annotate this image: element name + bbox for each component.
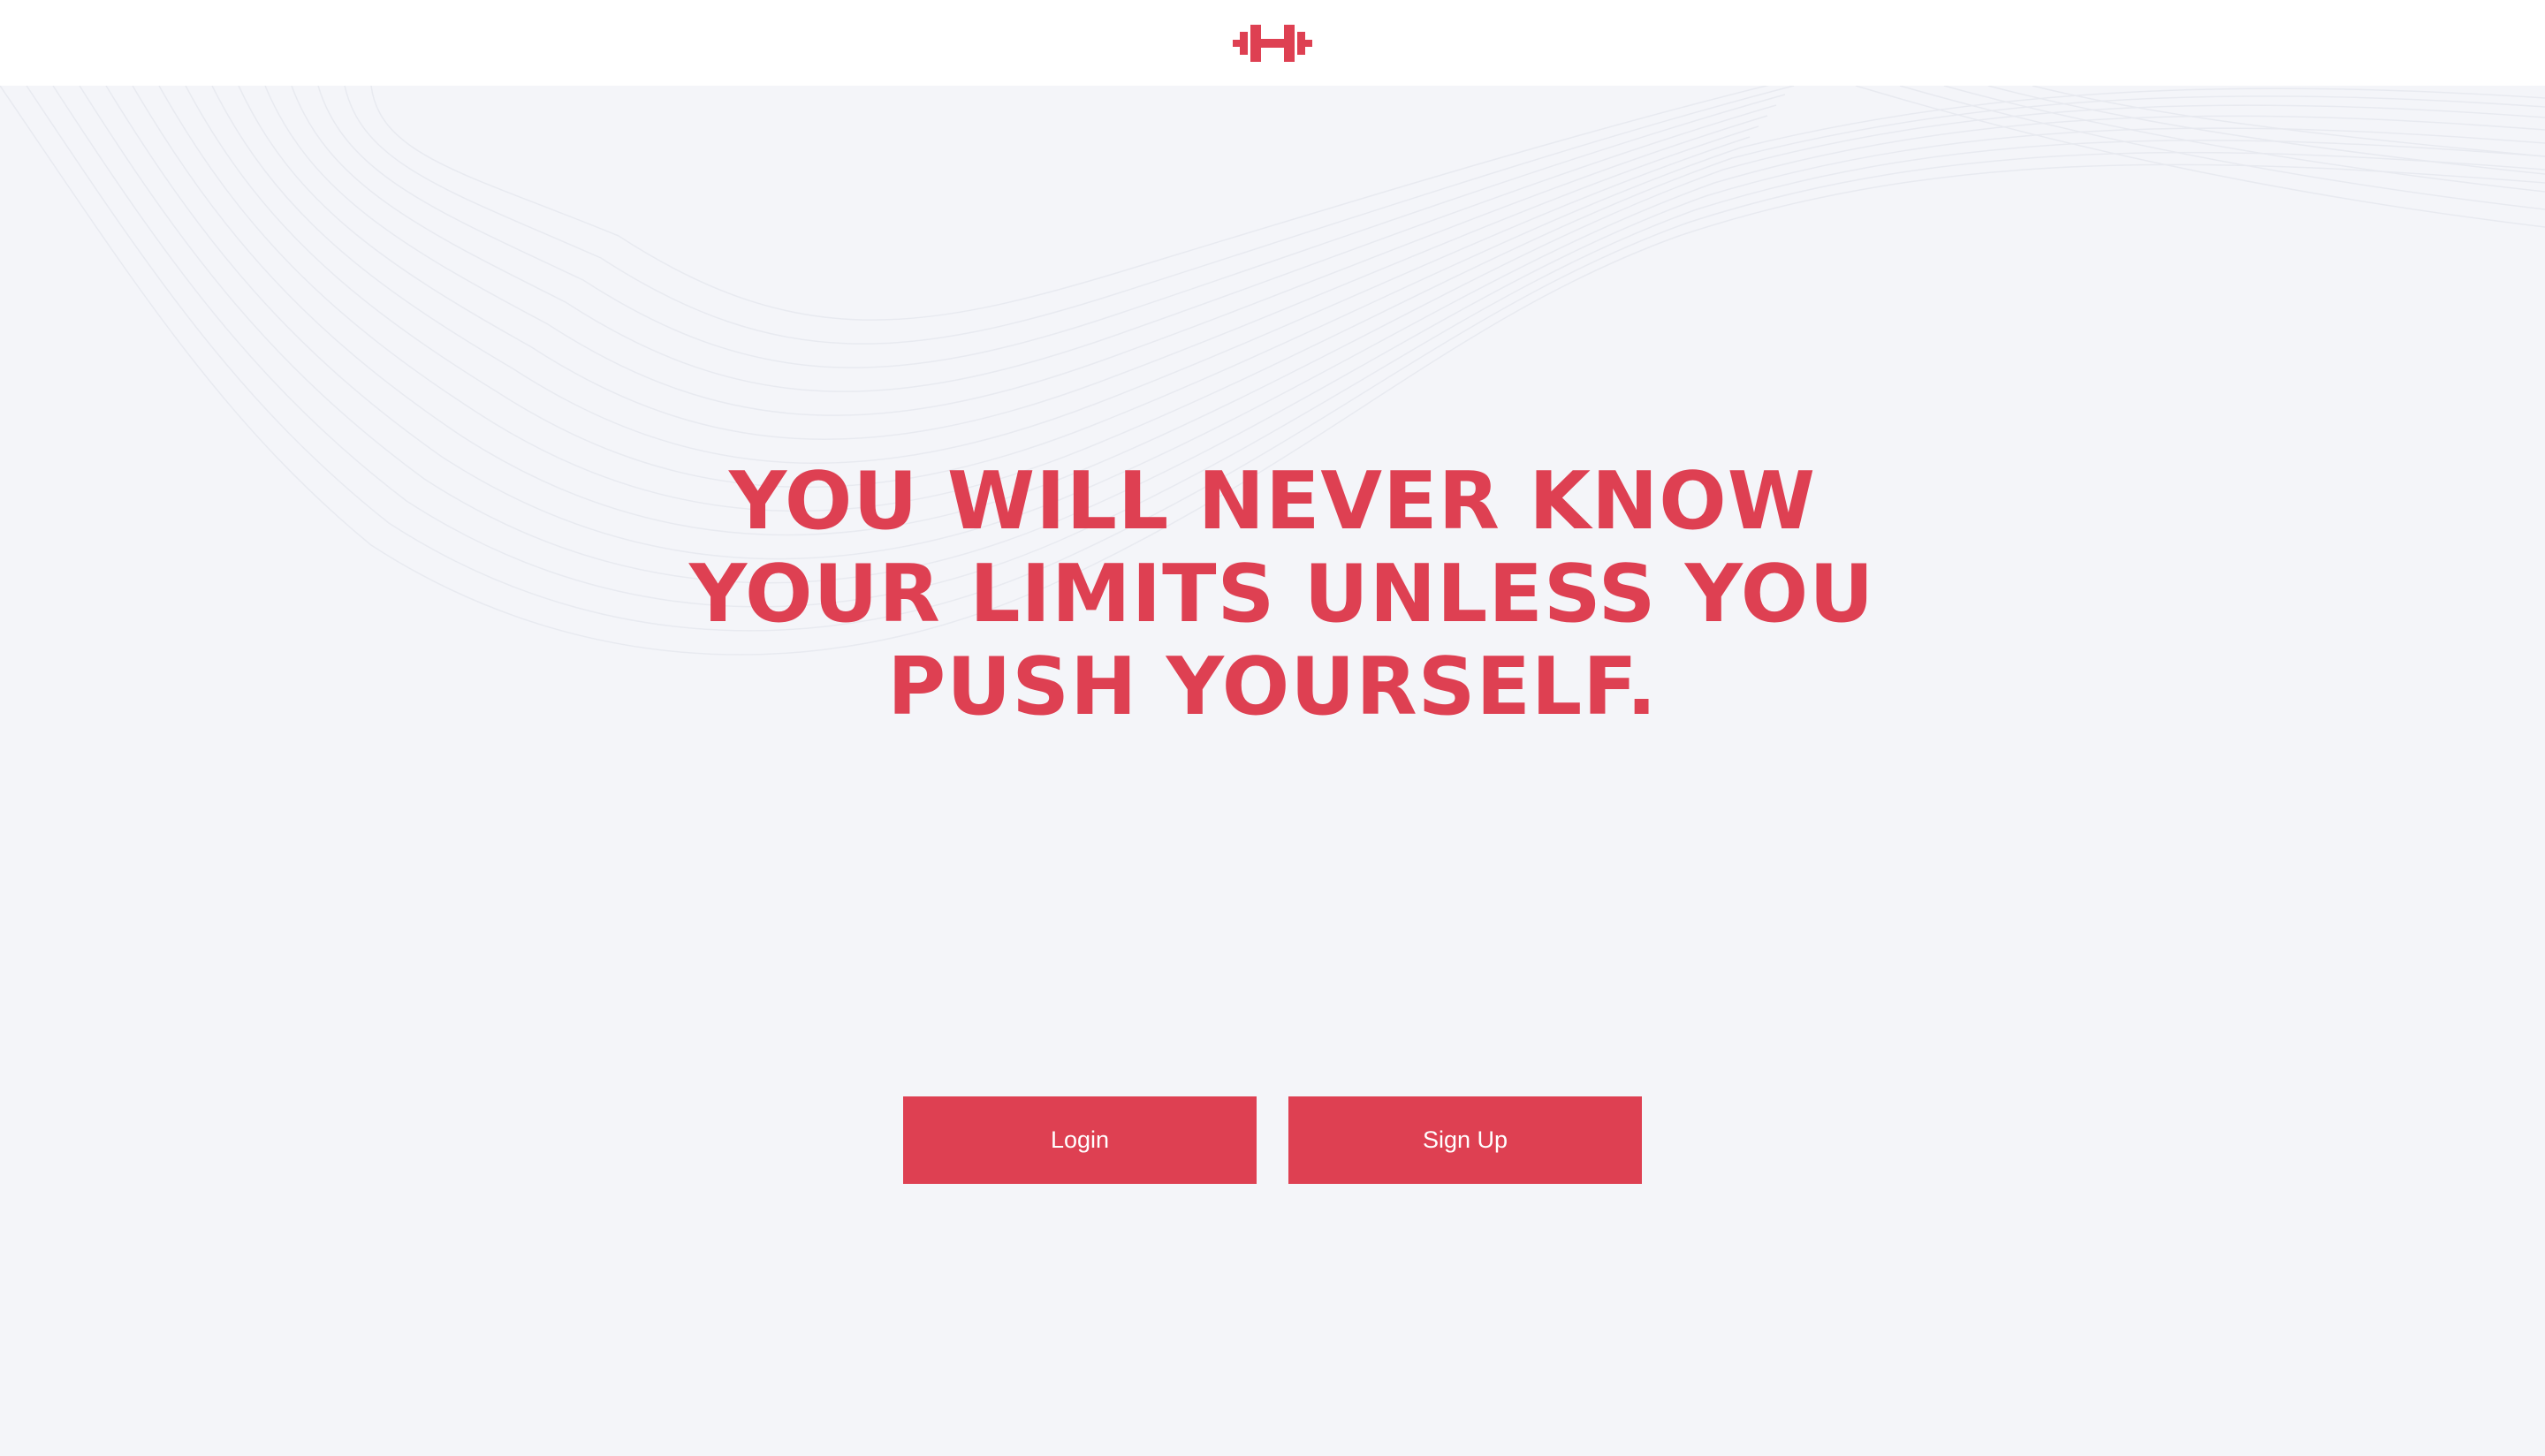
login-button[interactable]: Login xyxy=(903,1096,1257,1184)
hero-section: YOU WILL NEVER KNOW YOUR LIMITS UNLESS Y… xyxy=(0,455,2545,733)
sign-up-button[interactable]: Sign Up xyxy=(1288,1096,1642,1184)
headline-line: YOU WILL NEVER KNOW xyxy=(728,455,1817,548)
motivational-headline: YOU WILL NEVER KNOW YOUR LIMITS UNLESS Y… xyxy=(689,455,1875,733)
headline-line: YOUR LIMITS UNLESS YOU xyxy=(689,548,1875,641)
headline-line: PUSH YOURSELF. xyxy=(887,641,1658,733)
background-wave-pattern xyxy=(0,86,2545,656)
top-bar xyxy=(0,0,2545,86)
auth-actions: Login Sign Up xyxy=(0,1096,2545,1184)
dumbbell-icon[interactable] xyxy=(1233,23,1312,64)
